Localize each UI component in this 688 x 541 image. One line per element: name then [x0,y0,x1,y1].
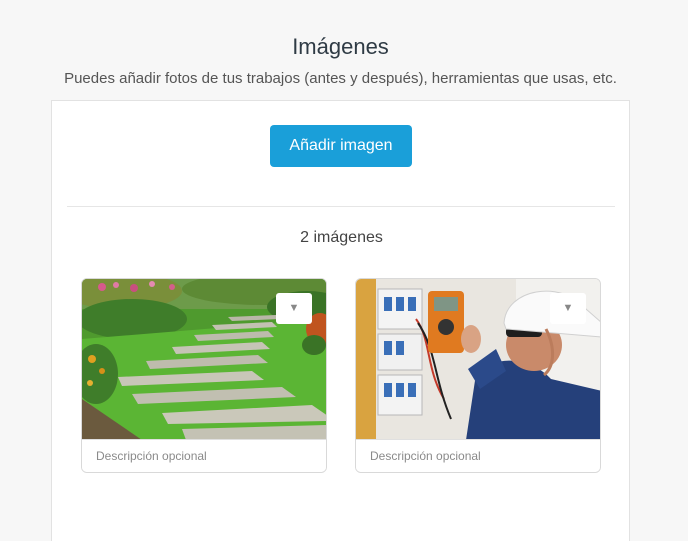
caret-down-icon: ▼ [562,302,574,314]
page-subtitle: Puedes añadir fotos de tus trabajos (ant… [64,70,617,87]
divider [67,206,615,207]
image-thumbnail[interactable]: ▼ [82,279,326,440]
image-description-input[interactable] [356,439,600,472]
image-description-input[interactable] [82,439,326,472]
image-card: ▼ [81,278,327,473]
caret-down-icon: ▼ [288,302,300,314]
image-card: ▼ [355,278,601,473]
add-image-button[interactable]: Añadir imagen [270,125,412,167]
image-menu-button[interactable]: ▼ [276,293,312,324]
image-menu-button[interactable]: ▼ [550,293,586,324]
images-panel: Añadir imagen 2 imágenes ▼ Descripción o… [51,100,630,541]
page-title: Imágenes [292,34,389,59]
image-thumbnail[interactable]: ▼ [356,279,600,440]
image-count: 2 imágenes [300,229,383,246]
